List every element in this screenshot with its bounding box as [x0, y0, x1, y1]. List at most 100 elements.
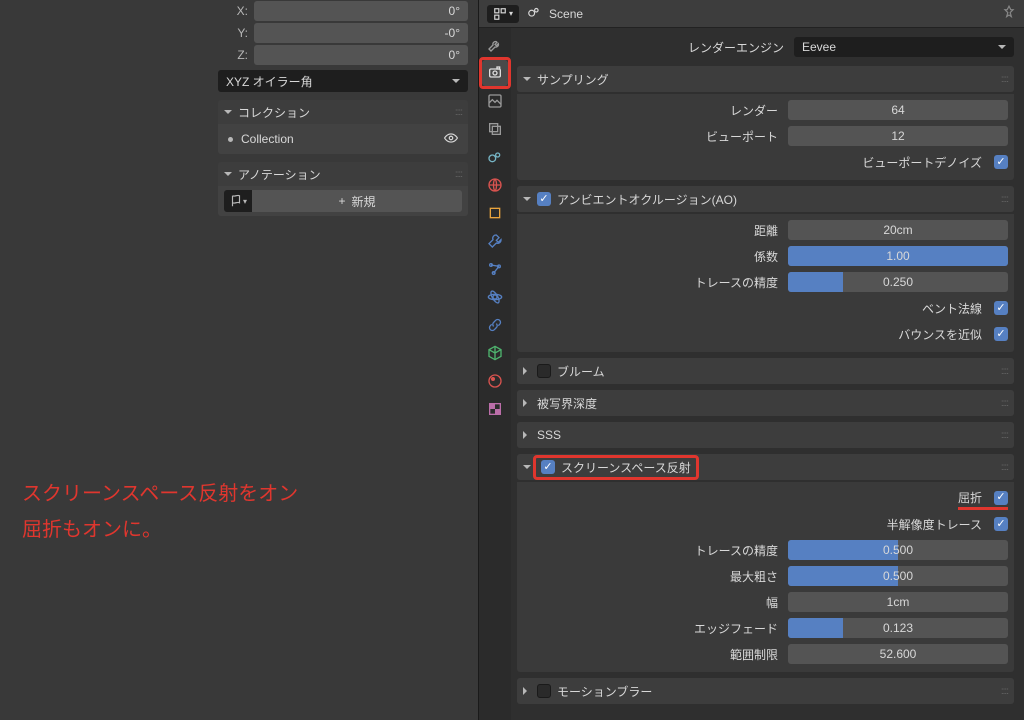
- ssr-refraction-checkbox[interactable]: [994, 491, 1008, 505]
- ao-trace-label: トレースの精度: [523, 274, 778, 291]
- visibility-icon[interactable]: [444, 131, 458, 148]
- disclosure-triangle-icon: [523, 399, 531, 407]
- viewport-samples-label: ビューポート: [523, 128, 778, 145]
- ssr-header[interactable]: スクリーンスペース反射 ::::: [517, 454, 1014, 480]
- sss-header[interactable]: SSS ::::: [517, 422, 1014, 448]
- rot-y-field[interactable]: -0°: [254, 23, 468, 43]
- ao-factor-field[interactable]: 1.00: [788, 246, 1008, 266]
- ao-distance-field[interactable]: 20cm: [788, 220, 1008, 240]
- ao-bent-checkbox[interactable]: [994, 301, 1008, 315]
- rot-z-label: Z:: [218, 48, 248, 62]
- annotation-panel-body: ▾ + 新規: [218, 186, 468, 216]
- render-engine-dropdown[interactable]: Eevee: [794, 37, 1014, 57]
- ao-trace-field[interactable]: 0.250: [788, 272, 1008, 292]
- new-annotation-button[interactable]: + 新規: [252, 190, 462, 212]
- tab-physics[interactable]: [482, 284, 508, 310]
- ao-bounce-label: バウンスを近似: [898, 326, 982, 343]
- drag-handle-icon[interactable]: ::::: [455, 107, 462, 118]
- disclosure-triangle-icon: [523, 77, 531, 85]
- ssr-rough-label: 最大粗さ: [523, 568, 778, 585]
- tab-render[interactable]: [482, 60, 508, 86]
- sampling-header[interactable]: サンプリング ::::: [517, 66, 1014, 92]
- render-samples-field[interactable]: 64: [788, 100, 1008, 120]
- tab-material[interactable]: [482, 368, 508, 394]
- ssr-rough-field[interactable]: 0.500: [788, 566, 1008, 586]
- bloom-title: ブルーム: [557, 363, 605, 380]
- rotation-mode-value: XYZ オイラー角: [226, 73, 313, 90]
- tab-data[interactable]: [482, 340, 508, 366]
- pin-icon[interactable]: [1002, 5, 1016, 22]
- disclosure-triangle-icon: [224, 110, 232, 118]
- bloom-header[interactable]: ブルーム ::::: [517, 358, 1014, 384]
- motionblur-enable-checkbox[interactable]: [537, 684, 551, 698]
- drag-handle-icon[interactable]: ::::: [1001, 194, 1008, 205]
- motionblur-header[interactable]: モーションブラー ::::: [517, 678, 1014, 704]
- ao-body: 距離 20cm 係数 1.00 トレースの精度 0.250 ベント法線: [517, 214, 1014, 352]
- viewport-samples-field[interactable]: 12: [788, 126, 1008, 146]
- plus-icon: +: [338, 194, 345, 208]
- ssr-enable-checkbox[interactable]: [541, 460, 555, 474]
- drag-handle-icon[interactable]: ::::: [1001, 74, 1008, 85]
- viewport-denoise-checkbox[interactable]: [994, 155, 1008, 169]
- annotation-panel-header[interactable]: アノテーション ::::: [218, 162, 468, 186]
- render-properties-content: レンダーエンジン Eevee サンプリング :::: レンダー 64: [511, 28, 1024, 720]
- drag-handle-icon[interactable]: ::::: [1001, 430, 1008, 441]
- ao-enable-checkbox[interactable]: [537, 192, 551, 206]
- tab-texture[interactable]: [482, 396, 508, 422]
- editor-type-button[interactable]: ▾: [487, 5, 519, 23]
- ssr-trace-field[interactable]: 0.500: [788, 540, 1008, 560]
- dof-title: 被写界深度: [537, 395, 597, 412]
- bloom-enable-checkbox[interactable]: [537, 364, 551, 378]
- tab-scene[interactable]: [482, 144, 508, 170]
- ao-bounce-checkbox[interactable]: [994, 327, 1008, 341]
- ssr-edge-field[interactable]: 0.123: [788, 618, 1008, 638]
- ssr-edge-label: エッジフェード: [523, 620, 778, 637]
- annotation-data-icon[interactable]: ▾: [224, 190, 252, 212]
- drag-handle-icon[interactable]: ::::: [455, 169, 462, 180]
- tab-modifiers[interactable]: [482, 228, 508, 254]
- collection-name: Collection: [241, 132, 294, 146]
- chevron-down-icon: [452, 74, 460, 88]
- ao-bent-label: ベント法線: [922, 300, 982, 317]
- ao-factor-label: 係数: [523, 248, 778, 265]
- collection-panel-header[interactable]: コレクション ::::: [218, 100, 468, 124]
- tab-object[interactable]: [482, 200, 508, 226]
- disclosure-triangle-icon: [523, 465, 531, 473]
- ssr-body: 屈折 半解像度トレース トレースの精度 0.500 最大粗さ 0.: [517, 482, 1014, 672]
- collection-panel-title: コレクション: [238, 104, 310, 121]
- overlay-annotation: スクリーンスペース反射をオン 屈折もオンに。: [22, 476, 298, 548]
- tab-tool[interactable]: [482, 32, 508, 58]
- render-engine-value: Eevee: [802, 40, 836, 54]
- properties-header: ▾ Scene: [479, 0, 1024, 28]
- ssr-trace-label: トレースの精度: [523, 542, 778, 559]
- bullet-icon: [228, 137, 233, 142]
- viewport-denoise-label: ビューポートデノイズ: [862, 154, 982, 171]
- collection-panel-body: Collection: [218, 124, 468, 154]
- rot-z-field[interactable]: 0°: [254, 45, 468, 65]
- scene-name: Scene: [549, 7, 583, 21]
- disclosure-triangle-icon: [523, 197, 531, 205]
- ao-header[interactable]: アンビエントオクルージョン(AO) ::::: [517, 186, 1014, 212]
- rotation-mode-dropdown[interactable]: XYZ オイラー角: [218, 70, 468, 92]
- collection-item[interactable]: Collection: [224, 128, 462, 150]
- drag-handle-icon[interactable]: ::::: [1001, 686, 1008, 697]
- motionblur-title: モーションブラー: [557, 683, 652, 700]
- tab-constraints[interactable]: [482, 312, 508, 338]
- tab-world[interactable]: [482, 172, 508, 198]
- drag-handle-icon[interactable]: ::::: [1001, 398, 1008, 409]
- tab-viewlayer[interactable]: [482, 116, 508, 142]
- tab-particles[interactable]: [482, 256, 508, 282]
- rot-x-field[interactable]: 0°: [254, 1, 468, 21]
- sampling-title: サンプリング: [537, 71, 609, 88]
- tab-output[interactable]: [482, 88, 508, 114]
- drag-handle-icon[interactable]: ::::: [1001, 462, 1008, 473]
- dof-header[interactable]: 被写界深度 ::::: [517, 390, 1014, 416]
- ssr-thick-field[interactable]: 1cm: [788, 592, 1008, 612]
- drag-handle-icon[interactable]: ::::: [1001, 366, 1008, 377]
- ao-title: アンビエントオクルージョン(AO): [557, 191, 737, 208]
- rot-y-label: Y:: [218, 26, 248, 40]
- new-annotation-label: 新規: [352, 193, 376, 210]
- ssr-halfres-checkbox[interactable]: [994, 517, 1008, 531]
- ssr-clamp-field[interactable]: 52.600: [788, 644, 1008, 664]
- sampling-body: レンダー 64 ビューポート 12 ビューポートデノイズ: [517, 94, 1014, 180]
